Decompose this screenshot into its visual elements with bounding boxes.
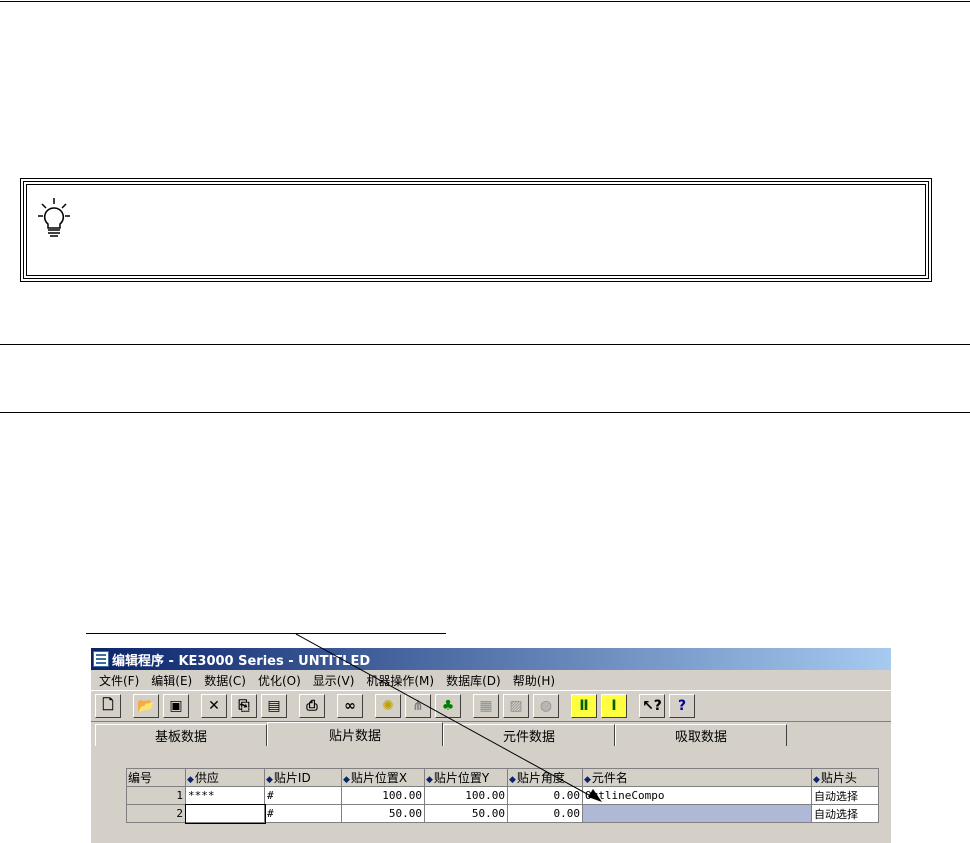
disabled-icon-1[interactable]: ▦ [473,694,499,718]
cell-pos-x[interactable]: 50.00 [341,804,425,823]
grid-area: 编号 ◆供应 ◆贴片ID ◆贴片位置X ◆贴片位置Y ◆贴片角度 ◆元件名 ◆贴… [91,768,891,843]
menu-view[interactable]: 显示(V) [307,672,361,689]
nozzle-icon-1[interactable]: Ⅱ [571,694,597,718]
delete-icon[interactable]: ✕ [201,694,227,718]
toolbar: 🗋 📂 ▣ ✕ ⎘ ▤ ⎙ ∞ ✺ ⋔ ♣ ▦ ▨ ◍ Ⅱ Ⅰ ↖? ? [91,690,891,722]
cell-feeder[interactable]: **** [185,786,265,805]
table-row: 1 **** # 100.00 100.00 0.00 OutlineCompo… [126,786,879,805]
note-box [20,178,932,282]
menu-edit[interactable]: 编辑(E) [145,672,198,689]
nozzle-icon-2[interactable]: Ⅰ [601,694,627,718]
app-icon [93,651,109,667]
col-pos-x[interactable]: ◆贴片位置X [341,768,425,787]
lightbulb-icon [38,198,70,237]
row-number[interactable]: 2 [126,804,186,823]
open-icon[interactable]: 📂 [133,694,159,718]
top-rule [0,1,970,2]
print-icon[interactable]: ⎙ [299,694,325,718]
help-icon[interactable]: ? [669,694,695,718]
tab-strip: 基板数据 贴片数据 元件数据 吸取数据 [91,722,891,746]
sort-icon: ◆ [266,775,273,785]
cell-angle[interactable]: 0.00 [507,786,583,805]
cell-head[interactable]: 自动选择 [811,804,879,823]
sort-icon: ◆ [426,775,433,785]
title-bar: 编辑程序 - KE3000 Series - UNTITLED [91,648,891,670]
paste-icon[interactable]: ▤ [261,694,287,718]
cell-pos-y[interactable]: 50.00 [424,804,508,823]
bulb-icon[interactable]: ✺ [375,694,401,718]
menu-help[interactable]: 帮助(H) [507,672,561,689]
sort-icon: ◆ [187,775,194,785]
tab-placement-data[interactable]: 贴片数据 [267,722,443,746]
menu-file[interactable]: 文件(F) [93,672,145,689]
sort-icon: ◆ [584,775,591,785]
tab-board-data[interactable]: 基板数据 [95,724,267,746]
save-icon[interactable]: ▣ [163,694,189,718]
cell-part-name-selected[interactable] [582,804,812,823]
menu-database[interactable]: 数据库(D) [440,672,507,689]
col-feeder[interactable]: ◆供应 [185,768,265,787]
cell-feeder[interactable] [184,803,266,824]
section-rule-1 [0,344,970,345]
tab-part-data[interactable]: 元件数据 [443,724,615,746]
menu-optimize[interactable]: 优化(O) [252,672,307,689]
disabled-icon-3[interactable]: ◍ [533,694,559,718]
col-head[interactable]: ◆贴片头 [811,768,879,787]
cell-head[interactable]: 自动选择 [811,786,879,805]
col-angle[interactable]: ◆贴片角度 [507,768,583,787]
menu-bar: 文件(F) 编辑(E) 数据(C) 优化(O) 显示(V) 机器操作(M) 数据… [91,670,891,690]
row-number[interactable]: 1 [126,786,186,805]
menu-machine[interactable]: 机器操作(M) [360,672,440,689]
group-icon[interactable]: ♣ [435,694,461,718]
table-row: 2 # 50.00 50.00 0.00 自动选择 [126,803,879,824]
cell-pos-y[interactable]: 100.00 [424,786,508,805]
col-pos-y[interactable]: ◆贴片位置Y [424,768,508,787]
edit-program-window: 编辑程序 - KE3000 Series - UNTITLED 文件(F) 编辑… [91,648,891,843]
col-part-name[interactable]: ◆元件名 [582,768,812,787]
sort-icon: ◆ [509,775,516,785]
callout-underline [86,633,446,634]
disabled-icon-2[interactable]: ▨ [503,694,529,718]
cell-placement-id[interactable]: # [264,804,342,823]
section-rule-2 [0,412,970,413]
sort-icon: ◆ [343,775,350,785]
cell-part-name[interactable]: OutlineCompo [582,786,812,805]
cell-angle[interactable]: 0.00 [507,804,583,823]
copy-icon[interactable]: ⎘ [231,694,257,718]
window-title: 编辑程序 - KE3000 Series - UNTITLED [112,653,371,669]
menu-data[interactable]: 数据(C) [198,672,252,689]
find-icon[interactable]: ∞ [337,694,363,718]
context-help-icon[interactable]: ↖? [639,694,665,718]
tree-icon[interactable]: ⋔ [405,694,431,718]
sort-icon: ◆ [813,775,820,785]
col-placement-id[interactable]: ◆贴片ID [264,768,342,787]
tab-pick-data[interactable]: 吸取数据 [615,724,787,746]
col-no[interactable]: 编号 [126,768,186,787]
table-header-row: 编号 ◆供应 ◆贴片ID ◆贴片位置X ◆贴片位置Y ◆贴片角度 ◆元件名 ◆贴… [126,768,879,787]
placement-table: 编号 ◆供应 ◆贴片ID ◆贴片位置X ◆贴片位置Y ◆贴片角度 ◆元件名 ◆贴… [126,768,879,824]
new-icon[interactable]: 🗋 [95,694,121,718]
cell-pos-x[interactable]: 100.00 [341,786,425,805]
cell-placement-id[interactable]: # [264,786,342,805]
